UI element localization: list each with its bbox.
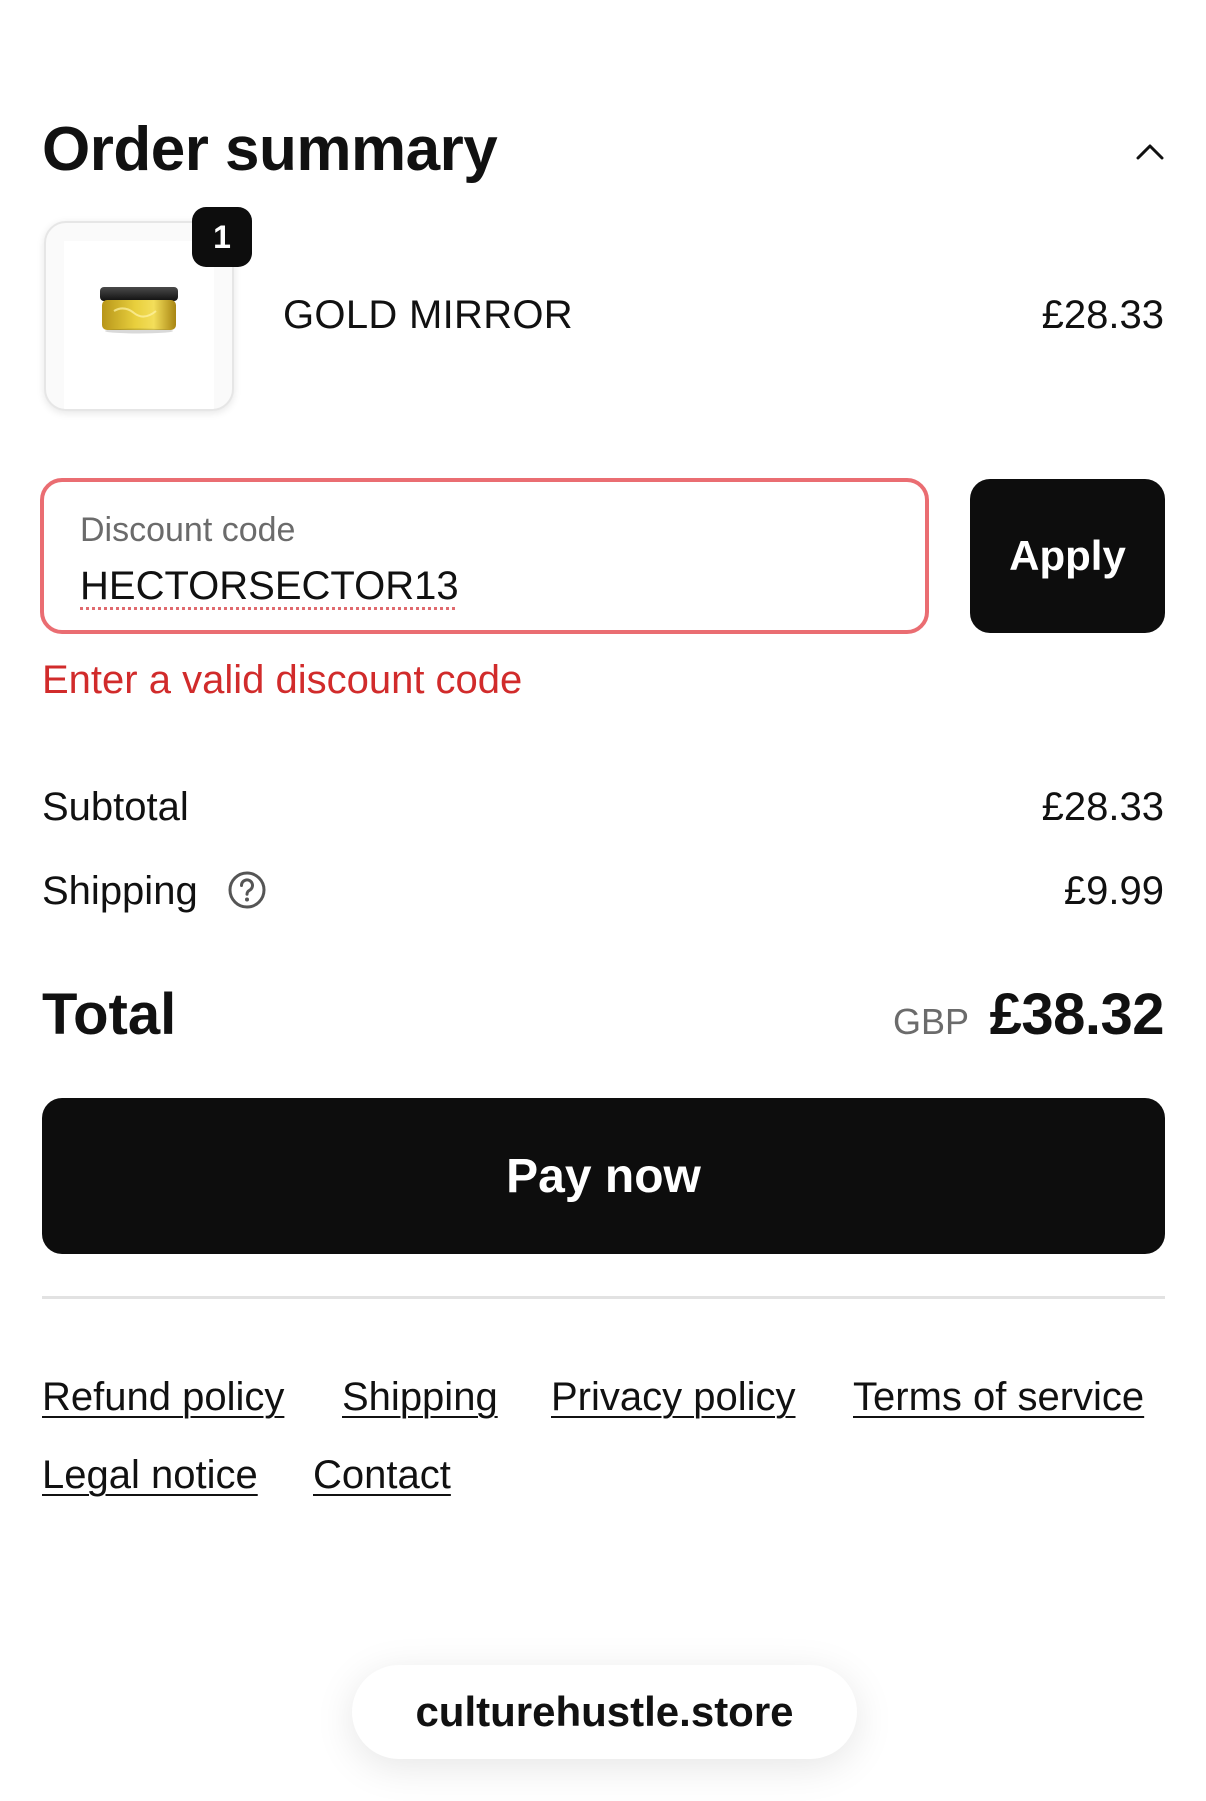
footer-link-terms-of-service[interactable]: Terms of service (853, 1372, 1144, 1422)
gold-jar-image (100, 287, 178, 334)
question-circle-icon[interactable] (227, 870, 267, 910)
footer-link-privacy-policy[interactable]: Privacy policy (551, 1372, 796, 1422)
shipping-value: £9.99 (1063, 869, 1164, 913)
footer-link-refund-policy[interactable]: Refund policy (42, 1372, 284, 1422)
total-value: £38.32 (989, 982, 1165, 1047)
product-name: GOLD MIRROR (283, 293, 573, 337)
footer-link-legal-notice[interactable]: Legal notice (42, 1450, 258, 1500)
pay-now-button[interactable]: Pay now (42, 1098, 1165, 1254)
apply-discount-button[interactable]: Apply (970, 479, 1165, 633)
subtotal-value: £28.33 (1041, 785, 1164, 829)
discount-code-label: Discount code (80, 511, 296, 549)
subtotal-label: Subtotal (42, 785, 189, 829)
collapse-summary-button[interactable] (1130, 132, 1170, 172)
discount-code-field[interactable]: Discount code HECTORSECTOR13 (40, 478, 929, 634)
footer-link-contact[interactable]: Contact (313, 1450, 451, 1500)
shipping-label: Shipping (42, 869, 198, 913)
footer-link-shipping[interactable]: Shipping (342, 1372, 498, 1422)
total-label: Total (42, 982, 177, 1047)
discount-code-input[interactable]: HECTORSECTOR13 (80, 562, 459, 610)
total-currency: GBP (893, 1001, 970, 1042)
chevron-up-icon (1136, 144, 1164, 160)
product-price: £28.33 (1041, 293, 1164, 337)
discount-error-message: Enter a valid discount code (42, 658, 523, 702)
domain-address-pill[interactable]: culturehustle.store (352, 1665, 857, 1759)
quantity-badge: 1 (192, 207, 252, 267)
page-title: Order summary (42, 115, 498, 184)
divider (42, 1296, 1165, 1299)
